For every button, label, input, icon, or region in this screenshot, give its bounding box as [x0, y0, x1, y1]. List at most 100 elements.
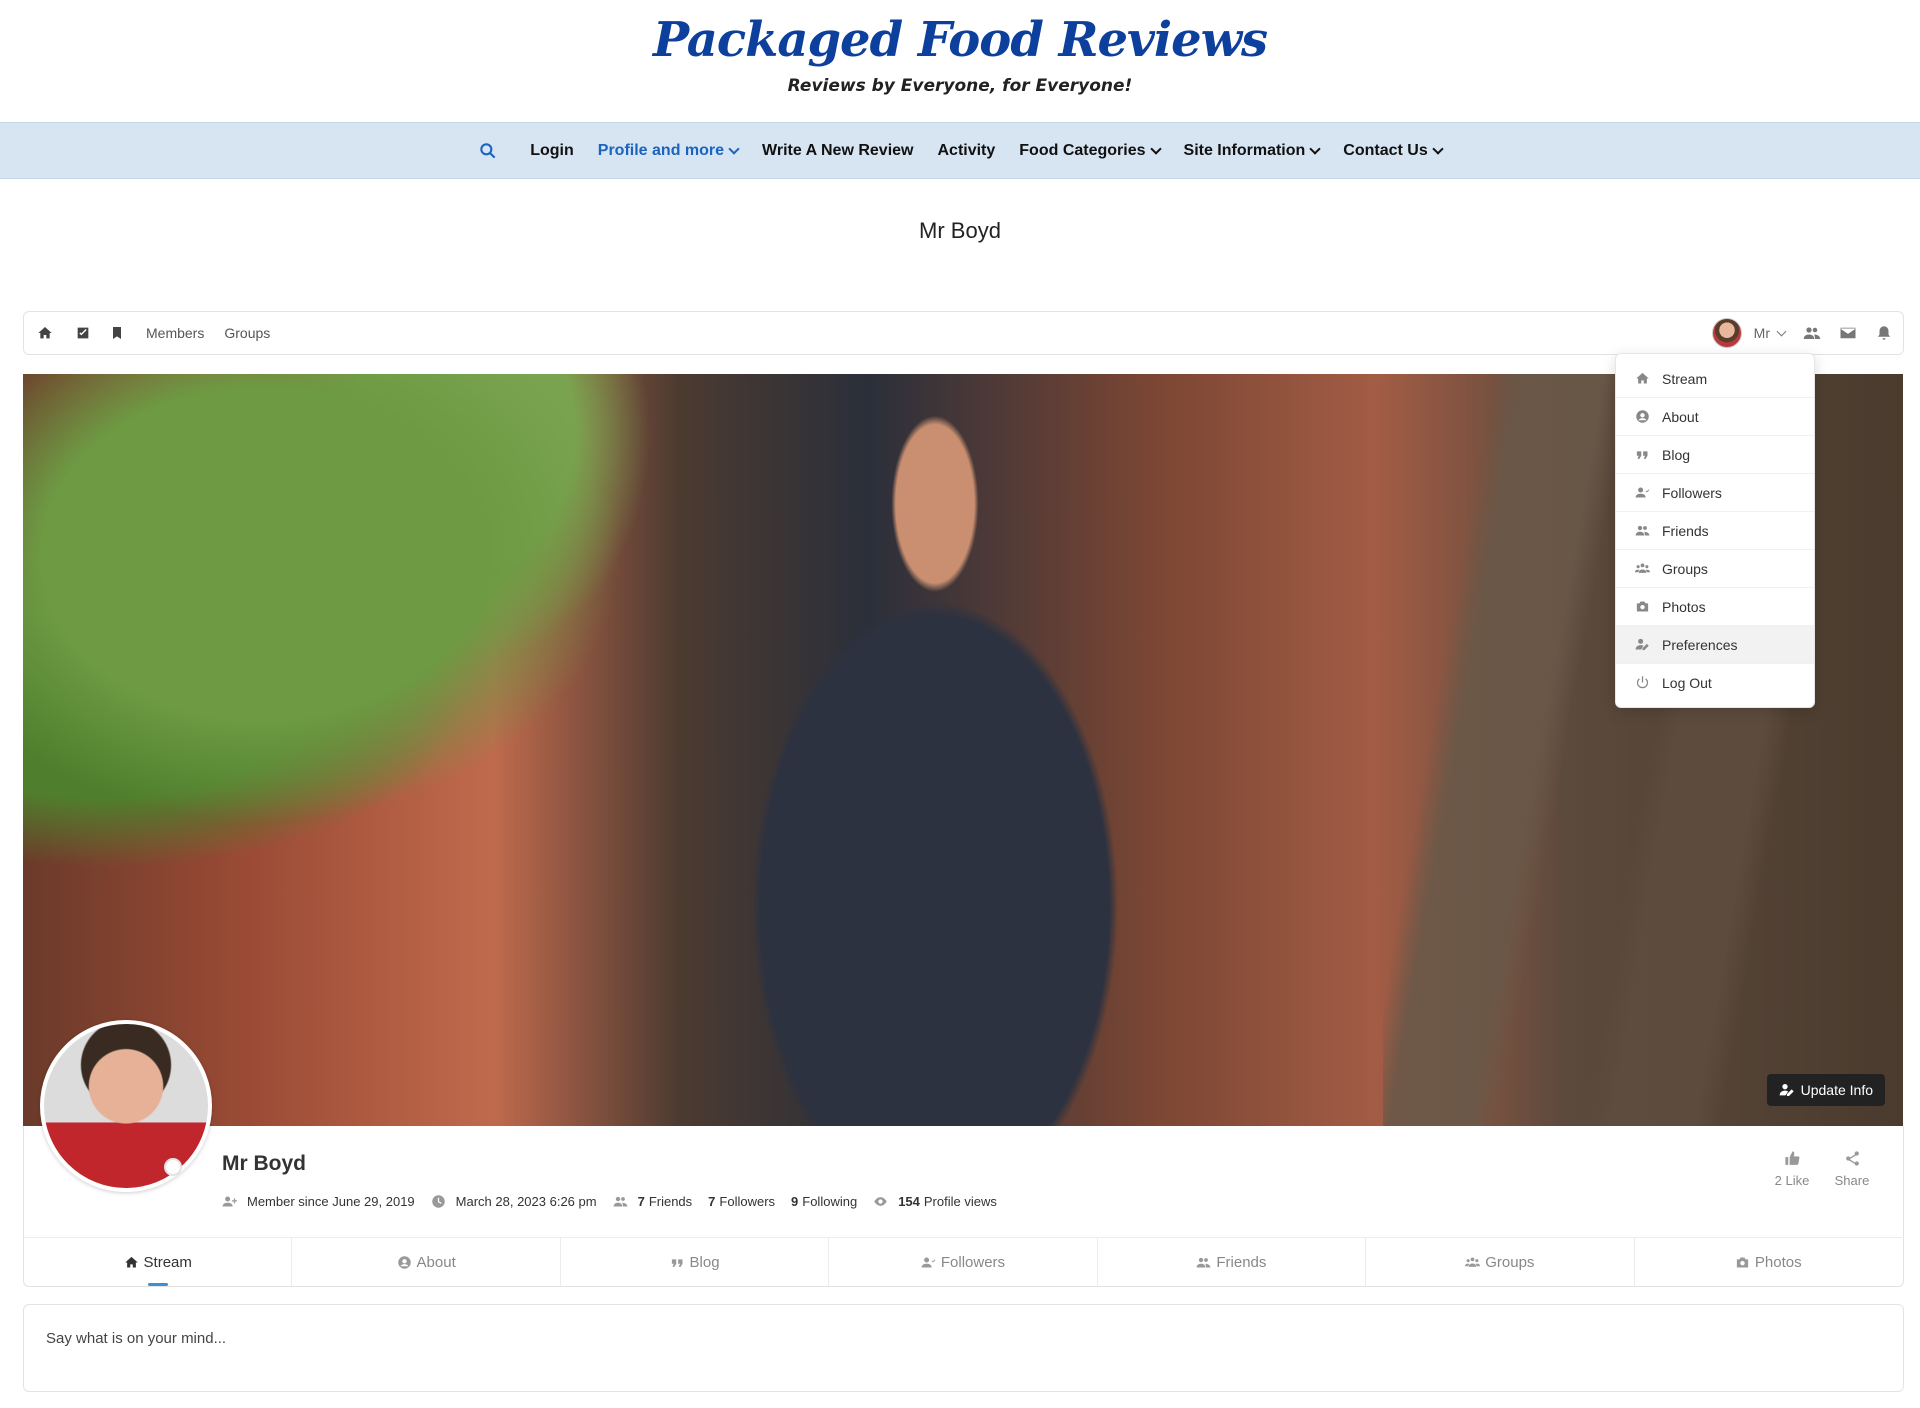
site-title[interactable]: Packaged Food Reviews [0, 0, 1920, 68]
nav-site-information[interactable]: Site Information [1183, 141, 1321, 160]
menu-item-photos[interactable]: Photos [1616, 588, 1814, 626]
user-check-icon [1635, 487, 1649, 498]
menu-item-label: Preferences [1662, 636, 1738, 653]
friends-button[interactable] [1803, 324, 1821, 342]
tab-stream[interactable]: Stream [24, 1238, 293, 1286]
tab-groups[interactable]: Groups [1366, 1238, 1635, 1286]
tab-photos[interactable]: Photos [1635, 1238, 1902, 1286]
nav-activity-label: Activity [937, 141, 996, 159]
user-circle-icon [397, 1255, 411, 1269]
like-button[interactable]: 2 Like [1762, 1150, 1822, 1188]
home-icon [124, 1256, 138, 1267]
nav-profile-and-more[interactable]: Profile and more [598, 142, 740, 160]
menu-item-followers[interactable]: Followers [1616, 474, 1814, 512]
tab-blog[interactable]: Blog [561, 1238, 830, 1286]
online-status-indicator [164, 1158, 182, 1176]
followers-count[interactable]: 7 Followers [708, 1194, 775, 1209]
page-title: Mr Boyd [919, 218, 1001, 243]
user-circle-icon [1635, 410, 1649, 423]
menu-item-log-out[interactable]: Log Out [1616, 664, 1814, 701]
eye-icon [874, 1197, 887, 1206]
nav-write-review-label: Write A New Review [762, 141, 914, 159]
menu-item-label: Blog [1662, 446, 1691, 463]
profile-tabs: Stream About Blog Followers Friends Grou… [24, 1237, 1902, 1286]
menu-item-groups[interactable]: Groups [1616, 550, 1814, 588]
menu-item-friends[interactable]: Friends [1616, 512, 1814, 550]
toolbar-link-groups[interactable]: Groups [224, 325, 270, 341]
search-button[interactable] [478, 141, 506, 161]
nav-contact-us-label: Contact Us [1343, 141, 1428, 159]
menu-item-preferences[interactable]: Preferences [1616, 626, 1814, 664]
menu-item-blog[interactable]: Blog [1616, 436, 1814, 474]
profile-name: Mr Boyd [222, 1152, 306, 1175]
checklist-button[interactable] [74, 324, 92, 342]
nav-food-categories[interactable]: Food Categories [1019, 141, 1162, 160]
user-plus-icon [222, 1196, 237, 1207]
update-info-button[interactable]: Update Info [1766, 1074, 1885, 1106]
envelope-icon [1840, 327, 1856, 339]
like-label: 2 Like [1774, 1173, 1810, 1188]
home-icon [1635, 372, 1649, 384]
chevron-down-icon [1309, 142, 1321, 155]
friends-count[interactable]: 7 Friends [613, 1194, 692, 1209]
profile-actions: 2 Like Share [1762, 1150, 1882, 1188]
tab-label: Photos [1754, 1253, 1802, 1271]
post-composer [23, 1304, 1904, 1392]
toolbar-link-members[interactable]: Members [146, 325, 204, 341]
users-icon [1803, 327, 1821, 339]
update-info-label: Update Info [1800, 1082, 1873, 1098]
site-header: Packaged Food Reviews Reviews by Everyon… [0, 0, 1920, 122]
profile-avatar[interactable] [40, 1020, 212, 1192]
tab-friends[interactable]: Friends [1098, 1238, 1367, 1286]
profile-views-label: Profile views [923, 1194, 997, 1209]
share-button[interactable]: Share [1822, 1150, 1882, 1188]
nav-write-review[interactable]: Write A New Review [762, 142, 913, 160]
quote-icon [1636, 451, 1647, 459]
nav-login[interactable]: Login [530, 142, 574, 160]
profile-dropdown-menu: Stream About Blog Followers Friends Grou… [1615, 353, 1815, 708]
site-tagline: Reviews by Everyone, for Everyone! [787, 76, 1133, 96]
toolbar-user-name[interactable]: Mr [1754, 325, 1770, 341]
menu-item-about[interactable]: About [1616, 398, 1814, 436]
tab-followers[interactable]: Followers [829, 1238, 1098, 1286]
menu-item-stream[interactable]: Stream [1616, 360, 1814, 398]
friends-count-value: 7 [637, 1194, 645, 1209]
user-edit-icon [1779, 1084, 1794, 1096]
users-icon [1197, 1257, 1211, 1267]
home-button[interactable] [36, 324, 54, 342]
nav-site-information-label: Site Information [1183, 141, 1306, 159]
quote-icon [671, 1258, 683, 1267]
messages-button[interactable] [1839, 324, 1857, 342]
menu-item-label: About [1662, 408, 1699, 425]
menu-item-label: Friends [1662, 522, 1709, 539]
chevron-down-icon[interactable] [1776, 326, 1787, 336]
nav-contact-us[interactable]: Contact Us [1343, 141, 1444, 160]
camera-icon [1736, 1257, 1749, 1267]
bookmark-button[interactable] [108, 324, 126, 342]
nav-activity[interactable]: Activity [937, 142, 995, 160]
profile-views-value: 154 [898, 1194, 920, 1209]
toolbar-avatar[interactable] [1711, 318, 1742, 348]
power-icon [1636, 676, 1648, 689]
menu-item-label: Stream [1662, 370, 1708, 387]
bookmark-icon [113, 327, 121, 339]
nav-food-categories-label: Food Categories [1019, 141, 1146, 159]
users-icon [1635, 525, 1649, 536]
tab-label: Followers [940, 1253, 1006, 1271]
clock-icon [431, 1195, 445, 1208]
toolbar-user-area: Mr [1711, 312, 1893, 354]
following-count[interactable]: 9 Following [791, 1194, 857, 1209]
search-icon [480, 142, 496, 158]
active-tab-indicator [147, 1283, 168, 1286]
notifications-button[interactable] [1875, 324, 1893, 342]
share-label: Share [1834, 1173, 1870, 1188]
menu-item-label: Groups [1662, 560, 1708, 577]
post-input[interactable] [44, 1329, 1868, 1348]
menu-item-label: Log Out [1662, 674, 1712, 691]
bell-icon [1878, 326, 1890, 340]
tab-about[interactable]: About [292, 1238, 561, 1286]
chevron-down-icon [1149, 142, 1162, 155]
user-check-icon [921, 1257, 936, 1267]
last-active-text: March 28, 2023 6:26 pm [455, 1194, 597, 1209]
followers-count-value: 7 [708, 1194, 716, 1209]
